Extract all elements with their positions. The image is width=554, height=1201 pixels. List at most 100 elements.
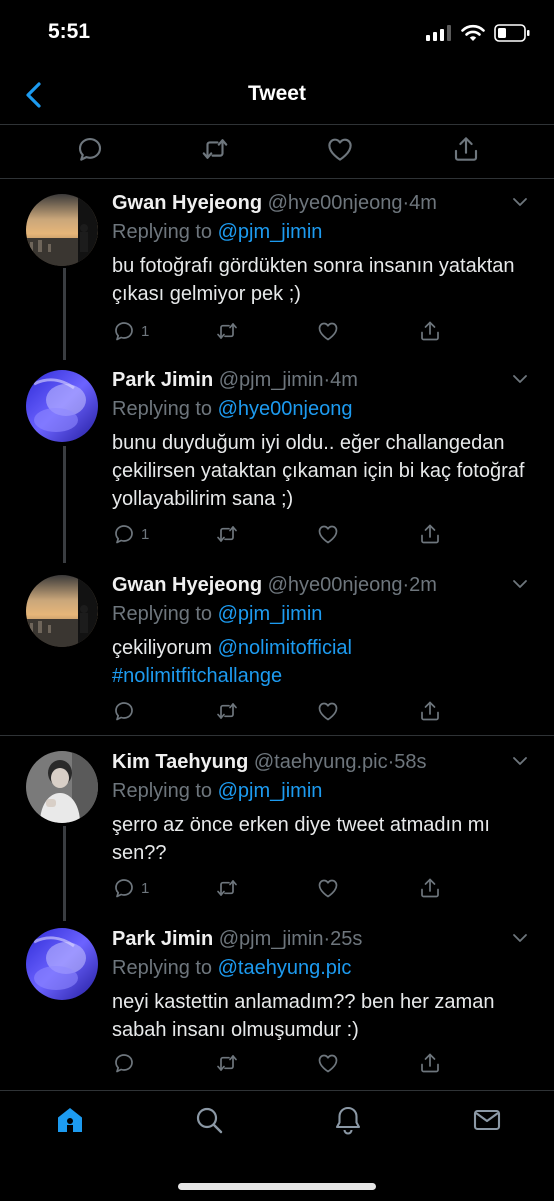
reply-tweet[interactable]: Gwan Hyejeong @hye00njeong·2m Replying t… <box>0 570 554 730</box>
search-icon[interactable] <box>194 1105 224 1135</box>
avatar-photo-city-window <box>26 575 98 647</box>
avatar[interactable] <box>26 751 98 823</box>
tweet-text-plain: çekiliyorum <box>112 637 218 659</box>
reply-button[interactable]: 1 <box>112 318 149 344</box>
tweet-text: şerro az önce erken diye tweet atmadın m… <box>112 814 490 864</box>
home-icon[interactable] <box>55 1105 85 1135</box>
avatar[interactable] <box>26 928 98 1000</box>
retweet-button[interactable] <box>215 875 239 901</box>
share-button[interactable] <box>418 521 442 547</box>
share-icon <box>418 319 442 343</box>
timestamp[interactable]: 58s <box>394 751 426 773</box>
chevron-down-icon[interactable] <box>512 755 528 767</box>
reply-button[interactable] <box>112 1050 136 1076</box>
like-icon <box>316 699 340 723</box>
chevron-down-icon[interactable] <box>512 578 528 590</box>
username[interactable]: @pjm_jimin <box>219 928 324 950</box>
reply-button[interactable]: 1 <box>112 875 149 901</box>
reply-tweet[interactable]: Kim Taehyung @taehyung.pic·58s Replying … <box>0 747 554 912</box>
reply-button[interactable] <box>112 698 136 724</box>
retweet-icon[interactable] <box>200 134 230 164</box>
reply-count: 1 <box>141 879 150 897</box>
tweet-actions <box>112 698 442 724</box>
mention-link[interactable]: @pjm_jimin <box>218 221 323 243</box>
reply-icon <box>112 876 136 900</box>
username[interactable]: @pjm_jimin <box>219 369 324 391</box>
replying-to: Replying to @hye00njeong <box>112 395 532 423</box>
display-name[interactable]: Gwan Hyejeong <box>112 192 262 214</box>
status-bar: 5:51 <box>0 0 554 66</box>
mention-link[interactable]: @hye00njeong <box>218 398 353 420</box>
hashtag-link[interactable]: #nolimitfitchallange <box>112 665 282 687</box>
reply-count: 1 <box>141 525 150 543</box>
username[interactable]: @taehyung.pic <box>254 751 388 773</box>
replying-to-label: Replying to <box>112 398 213 420</box>
replying-to: Replying to @pjm_jimin <box>112 218 532 246</box>
like-button[interactable] <box>316 1050 340 1076</box>
like-icon <box>316 522 340 546</box>
replying-to-label: Replying to <box>112 603 213 625</box>
avatar-photo-city-window <box>26 194 98 266</box>
battery-icon <box>494 24 530 42</box>
chevron-down-icon[interactable] <box>512 932 528 944</box>
like-button[interactable] <box>316 521 340 547</box>
share-button[interactable] <box>418 875 442 901</box>
messages-icon[interactable] <box>472 1105 502 1135</box>
display-name[interactable]: Park Jimin <box>112 369 213 391</box>
share-icon[interactable] <box>451 134 481 164</box>
username[interactable]: @hye00njeong <box>268 192 403 214</box>
share-button[interactable] <box>418 318 442 344</box>
mention-link[interactable]: @taehyung.pic <box>218 957 352 979</box>
display-name[interactable]: Park Jimin <box>112 928 213 950</box>
reply-button[interactable]: 1 <box>112 521 149 547</box>
avatar[interactable] <box>26 370 98 442</box>
display-name[interactable]: Gwan Hyejeong <box>112 574 262 596</box>
tweet-actions: 1 <box>112 521 442 547</box>
cellular-signal-icon <box>426 25 451 41</box>
avatar[interactable] <box>26 194 98 266</box>
like-button[interactable] <box>316 875 340 901</box>
retweet-icon <box>215 876 239 900</box>
display-name[interactable]: Kim Taehyung <box>112 751 248 773</box>
reply-icon <box>112 522 136 546</box>
reply-tweet[interactable]: Park Jimin @pjm_jimin·25s Replying to @t… <box>0 924 554 1084</box>
reply-icon <box>112 319 136 343</box>
replying-to: Replying to @pjm_jimin <box>112 777 532 805</box>
replying-to: Replying to @pjm_jimin <box>112 600 532 628</box>
tweet-actions <box>112 1050 442 1076</box>
timestamp[interactable]: 4m <box>409 192 437 214</box>
like-icon <box>316 1051 340 1075</box>
share-button[interactable] <box>418 698 442 724</box>
retweet-button[interactable] <box>215 1050 239 1076</box>
retweet-button[interactable] <box>215 521 239 547</box>
avatar[interactable] <box>26 575 98 647</box>
timestamp[interactable]: 25s <box>330 928 362 950</box>
chevron-down-icon[interactable] <box>512 196 528 208</box>
share-icon <box>418 699 442 723</box>
status-icons <box>426 22 530 44</box>
notifications-icon[interactable] <box>333 1105 363 1135</box>
like-icon <box>316 876 340 900</box>
mention-link[interactable]: @pjm_jimin <box>218 780 323 802</box>
reply-tweet[interactable]: Gwan Hyejeong @hye00njeong·4m Replying t… <box>0 188 554 358</box>
mention-link[interactable]: @pjm_jimin <box>218 603 323 625</box>
like-button[interactable] <box>316 698 340 724</box>
share-button[interactable] <box>418 1050 442 1076</box>
tweet-text: bu fotoğrafı gördükten sonra insanın yat… <box>112 255 515 305</box>
timestamp[interactable]: 2m <box>409 574 437 596</box>
page-title: Tweet <box>248 82 306 105</box>
chevron-down-icon[interactable] <box>512 373 528 385</box>
retweet-button[interactable] <box>215 698 239 724</box>
share-icon <box>418 1051 442 1075</box>
reply-tweet[interactable]: Park Jimin @pjm_jimin·4m Replying to @hy… <box>0 365 554 555</box>
home-indicator <box>178 1183 376 1190</box>
like-button[interactable] <box>316 318 340 344</box>
reply-icon[interactable] <box>75 134 105 164</box>
retweet-icon <box>215 1051 239 1075</box>
username[interactable]: @hye00njeong <box>268 574 403 596</box>
timestamp[interactable]: 4m <box>330 369 358 391</box>
like-icon[interactable] <box>325 134 355 164</box>
retweet-button[interactable] <box>215 318 239 344</box>
mention-link[interactable]: @nolimitofficial <box>218 637 352 659</box>
tweet-actions: 1 <box>112 318 442 344</box>
